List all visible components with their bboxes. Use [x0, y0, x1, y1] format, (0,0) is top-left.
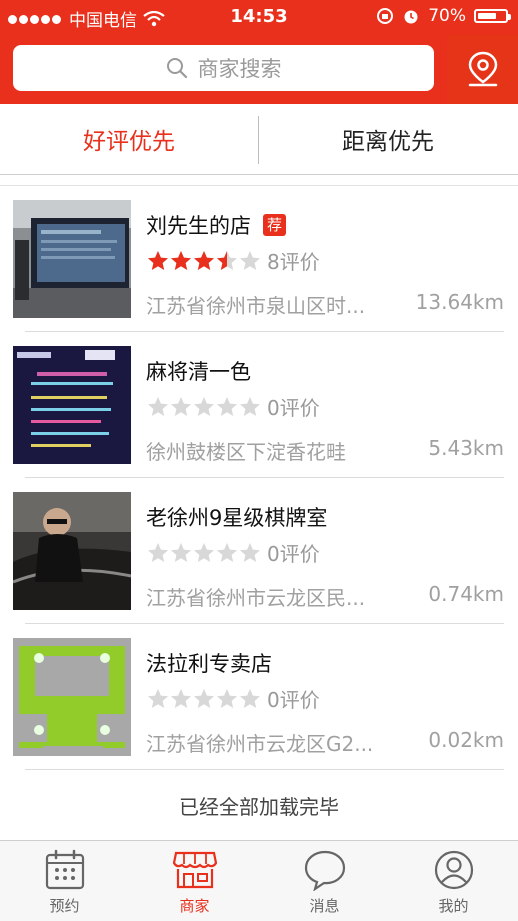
location-pin-icon	[468, 51, 497, 87]
tab-merchants[interactable]: 商家	[130, 841, 259, 921]
tab-label: 消息	[309, 897, 340, 915]
shop-name-row: 老徐州9星级棋牌室	[146, 502, 327, 532]
search-icon	[166, 58, 187, 79]
star-icon	[148, 542, 168, 562]
location-button[interactable]	[447, 34, 518, 104]
list-top-divider	[0, 175, 518, 186]
calendar-icon	[45, 849, 84, 890]
shop-address: 江苏省徐州市云龙区G2...	[146, 732, 374, 756]
star-icon	[240, 542, 260, 562]
sort-tabs: 好评优先 距离优先	[0, 104, 518, 175]
shop-address: 徐州鼓楼区下淀香花畦	[146, 440, 346, 464]
shop-address: 江苏省徐州市云龙区民...	[146, 586, 366, 610]
star-icon	[217, 688, 237, 708]
review-count: 0评价	[267, 396, 320, 420]
alarm-icon	[404, 10, 418, 24]
rotation-lock-icon	[377, 8, 394, 24]
tab-profile[interactable]: 我的	[389, 841, 518, 921]
tab-label: 预约	[49, 897, 80, 915]
star-icon	[194, 688, 214, 708]
shop-name: 法拉利专卖店	[146, 652, 272, 676]
star-rating	[146, 541, 261, 565]
shop-name-row: 刘先生的店 荐	[146, 210, 287, 240]
rating-stars: 8评价	[146, 246, 320, 275]
star-icon	[240, 396, 260, 416]
storefront-icon	[172, 851, 217, 889]
tab-label: 商家	[179, 897, 210, 915]
review-count: 0评价	[267, 688, 320, 712]
search-input[interactable]: 商家搜索	[13, 45, 434, 91]
shop-thumbnail	[13, 346, 131, 464]
rating-stars: 0评价	[146, 684, 320, 713]
review-count: 8评价	[267, 250, 320, 274]
rating-stars: 0评价	[146, 392, 320, 421]
status-bar: 中国电信 14:53 70%	[0, 0, 518, 34]
star-rating	[146, 395, 261, 419]
star-rating	[146, 687, 261, 711]
star-icon	[194, 250, 214, 270]
star-icon	[148, 250, 168, 270]
review-count: 0评价	[267, 542, 320, 566]
shop-address: 江苏省徐州市泉山区时...	[146, 294, 366, 318]
tab-messages[interactable]: 消息	[260, 841, 389, 921]
star-icon	[171, 688, 191, 708]
recommended-badge: 荐	[263, 214, 287, 236]
list-item[interactable]: 麻将清一色 0评价 徐州鼓楼区下淀香花畦 5.43km	[0, 332, 518, 478]
list-item[interactable]: 刘先生的店 荐 8评价 江苏省徐州市泉山区时... 13.64km	[0, 186, 518, 332]
star-icon	[194, 542, 214, 562]
star-icon	[171, 542, 191, 562]
shop-distance: 5.43km	[428, 436, 504, 460]
shop-distance: 13.64km	[415, 290, 504, 314]
shop-thumbnail	[13, 492, 131, 610]
chat-bubble-icon	[304, 850, 345, 891]
shop-name: 麻将清一色	[146, 360, 251, 384]
tab-label: 距离优先	[342, 129, 434, 155]
shop-name: 刘先生的店	[146, 214, 251, 238]
star-icon	[148, 396, 168, 416]
tab-booking[interactable]: 预约	[0, 841, 129, 921]
status-right: 70%	[376, 6, 511, 26]
user-profile-icon	[434, 850, 473, 890]
bottom-tab-bar: 预约 商家 消息 我的	[0, 840, 518, 921]
star-icon	[240, 688, 260, 708]
tab-rating-first[interactable]: 好评优先	[0, 104, 258, 174]
shop-distance: 0.74km	[428, 582, 504, 606]
star-icon	[194, 396, 214, 416]
star-icon	[217, 250, 237, 270]
star-icon	[217, 542, 237, 562]
tab-distance-first[interactable]: 距离优先	[259, 104, 517, 174]
rating-stars: 0评价	[146, 538, 320, 567]
shop-distance: 0.02km	[428, 728, 504, 752]
tab-label: 好评优先	[83, 129, 175, 155]
list-item[interactable]: 法拉利专卖店 0评价 江苏省徐州市云龙区G2... 0.02km	[0, 624, 518, 770]
search-placeholder: 商家搜索	[197, 57, 282, 81]
shop-name: 老徐州9星级棋牌室	[146, 506, 328, 530]
star-icon	[171, 250, 191, 270]
tab-label: 我的	[438, 897, 469, 915]
battery-icon	[474, 9, 511, 23]
shop-name-row: 法拉利专卖店	[146, 648, 272, 678]
star-icon	[171, 396, 191, 416]
list-item[interactable]: 老徐州9星级棋牌室 0评价 江苏省徐州市云龙区民... 0.74km	[0, 478, 518, 624]
star-icon	[148, 688, 168, 708]
shop-name-row: 麻将清一色	[146, 356, 251, 386]
list-footer: 已经全部加载完毕	[0, 770, 518, 840]
shop-thumbnail	[13, 638, 131, 756]
star-icon	[217, 396, 237, 416]
star-rating	[146, 249, 261, 273]
star-icon	[240, 250, 260, 270]
battery-percent: 70%	[428, 6, 466, 26]
shop-thumbnail	[13, 200, 131, 318]
